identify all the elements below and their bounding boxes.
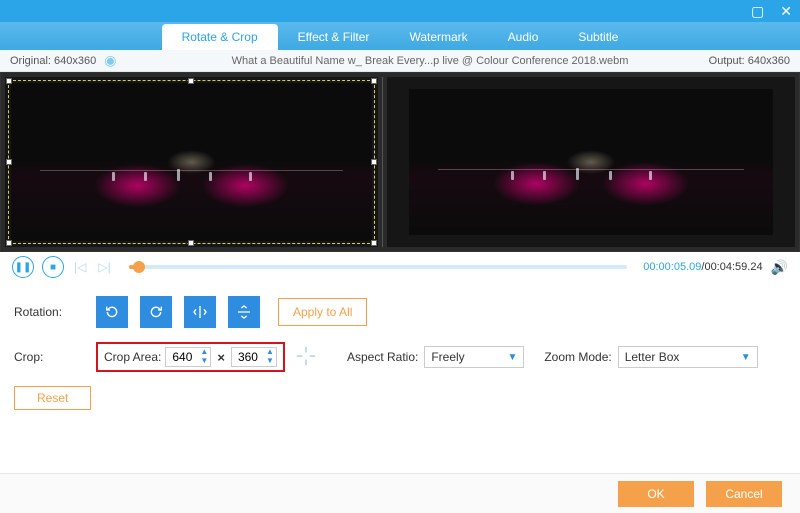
tab-watermark[interactable]: Watermark <box>389 24 487 50</box>
rotate-cw-button[interactable] <box>140 296 172 328</box>
form-area: Rotation: Apply to All Crop: Crop Area: … <box>0 282 800 410</box>
output-preview <box>387 77 796 247</box>
crop-width-spinner[interactable]: ▲▼ <box>165 347 211 367</box>
original-size-label: Original: 640x360 <box>10 55 96 67</box>
zoom-mode-value: Letter Box <box>625 350 680 364</box>
crop-handle-ml[interactable] <box>6 159 12 165</box>
preview-divider <box>382 77 383 247</box>
chevron-down-icon: ▼ <box>741 352 751 363</box>
crop-width-input[interactable] <box>166 348 198 366</box>
center-crop-icon <box>295 345 317 367</box>
apply-to-all-button[interactable]: Apply to All <box>278 298 367 326</box>
rotation-label: Rotation: <box>14 305 96 319</box>
pause-button[interactable]: ❚❚ <box>12 256 34 278</box>
reset-button[interactable]: Reset <box>14 386 91 410</box>
flip-horizontal-icon <box>192 304 208 320</box>
tab-bar: Rotate & Crop Effect & Filter Watermark … <box>0 22 800 50</box>
current-time: 00:00:05.09 <box>643 261 701 273</box>
tab-rotate-crop[interactable]: Rotate & Crop <box>162 24 278 50</box>
crop-area-highlight: Crop Area: ▲▼ × ▲▼ <box>96 342 285 372</box>
crop-height-down[interactable]: ▼ <box>264 357 276 366</box>
output-video-frame <box>409 89 774 235</box>
info-bar: Original: 640x360 ◉ What a Beautiful Nam… <box>0 50 800 72</box>
crop-width-down[interactable]: ▼ <box>198 357 210 366</box>
crop-handle-bl[interactable] <box>6 240 12 246</box>
tab-audio[interactable]: Audio <box>488 24 559 50</box>
footer-bar: OK Cancel <box>0 473 800 513</box>
zoom-mode-select[interactable]: Letter Box ▼ <box>618 346 758 368</box>
original-preview[interactable] <box>5 77 378 247</box>
next-frame-button[interactable]: ▷| <box>96 260 112 274</box>
crop-handle-mr[interactable] <box>371 159 377 165</box>
close-icon[interactable]: ✕ <box>780 4 792 18</box>
maximize-icon[interactable]: ▢ <box>751 4 764 18</box>
crop-handle-tl[interactable] <box>6 78 12 84</box>
stop-button[interactable]: ■ <box>42 256 64 278</box>
output-size-label: Output: 640x360 <box>670 55 790 67</box>
aspect-ratio-label: Aspect Ratio: <box>347 350 418 364</box>
aspect-ratio-value: Freely <box>431 350 464 364</box>
flip-vertical-icon <box>236 304 252 320</box>
crop-label: Crop: <box>14 350 96 364</box>
crop-height-spinner[interactable]: ▲▼ <box>231 347 277 367</box>
aspect-ratio-select[interactable]: Freely ▼ <box>424 346 524 368</box>
cancel-button[interactable]: Cancel <box>706 481 782 507</box>
total-time: /00:04:59.24 <box>701 261 762 273</box>
crop-handle-tr[interactable] <box>371 78 377 84</box>
crop-size-separator: × <box>215 350 227 365</box>
seek-thumb[interactable] <box>133 261 145 273</box>
preview-row <box>0 72 800 252</box>
rotate-cw-icon <box>148 304 164 320</box>
preview-eye-icon[interactable]: ◉ <box>104 52 116 69</box>
flip-vertical-button[interactable] <box>228 296 260 328</box>
tab-subtitle[interactable]: Subtitle <box>558 24 638 50</box>
crop-area-label: Crop Area: <box>104 350 161 364</box>
filename-label: What a Beautiful Name w_ Break Every...p… <box>190 55 670 67</box>
volume-icon[interactable]: 🔊 <box>771 259 788 276</box>
seek-slider[interactable] <box>129 265 628 269</box>
rotate-ccw-button[interactable] <box>96 296 128 328</box>
player-controls: ❚❚ ■ |◁ ▷| 00:00:05.09/00:04:59.24 🔊 <box>0 252 800 282</box>
ok-button[interactable]: OK <box>618 481 694 507</box>
rotation-row: Rotation: Apply to All <box>14 296 786 328</box>
crop-handle-tm[interactable] <box>188 78 194 84</box>
zoom-mode-label: Zoom Mode: <box>544 350 611 364</box>
center-crop-button[interactable] <box>295 345 317 370</box>
prev-frame-button[interactable]: |◁ <box>72 260 88 274</box>
time-display: 00:00:05.09/00:04:59.24 <box>643 261 762 273</box>
crop-handle-br[interactable] <box>371 240 377 246</box>
title-bar: ▢ ✕ <box>0 0 800 22</box>
crop-outline[interactable] <box>8 80 375 244</box>
crop-row: Crop: Crop Area: ▲▼ × ▲▼ Aspect Ratio: F… <box>14 342 786 372</box>
crop-height-input[interactable] <box>232 348 264 366</box>
rotate-ccw-icon <box>104 304 120 320</box>
chevron-down-icon: ▼ <box>507 352 517 363</box>
flip-horizontal-button[interactable] <box>184 296 216 328</box>
tab-effect-filter[interactable]: Effect & Filter <box>278 24 390 50</box>
crop-handle-bm[interactable] <box>188 240 194 246</box>
